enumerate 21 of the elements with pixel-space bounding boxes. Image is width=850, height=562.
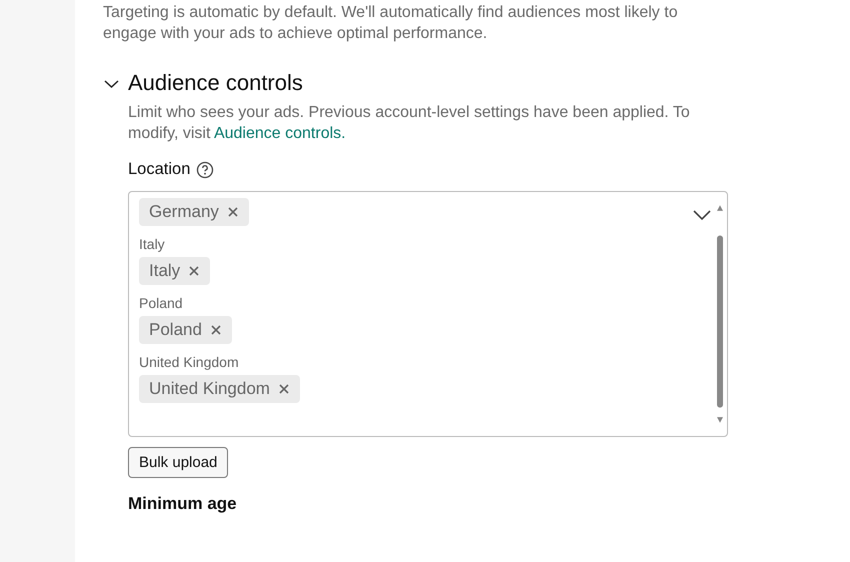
location-tag: Germany xyxy=(139,198,249,226)
group-label: Italy xyxy=(139,236,166,252)
location-tag: Poland xyxy=(139,316,232,344)
intro-text: Targeting is automatic by default. We'll automatically find audiences most likely to engage with your ads to achieve optimal performance. xyxy=(103,3,679,44)
location-tag: United Kingdom xyxy=(139,375,300,403)
location-label: Location xyxy=(128,160,190,179)
group-label: Poland xyxy=(139,295,184,311)
section-description: Limit who sees your ads. Previous account-level settings have been applied. To modify, visit Audience controls. xyxy=(128,103,691,144)
audience-controls-link[interactable]: Audience controls. xyxy=(214,125,346,142)
minimum-age-heading: Minimum age xyxy=(128,494,238,514)
location-field[interactable]: Germany Italy Italy Poland Poland United Kingdom United Kingdom xyxy=(128,191,728,437)
remove-icon[interactable] xyxy=(210,324,222,336)
remove-icon[interactable] xyxy=(278,383,290,395)
remove-icon[interactable] xyxy=(226,206,239,218)
dropdown-icon[interactable] xyxy=(692,208,712,222)
bulk-upload-button[interactable]: Bulk upload xyxy=(128,447,228,478)
section-title: Audience controls xyxy=(128,70,303,96)
help-icon[interactable] xyxy=(196,160,214,178)
location-tag: Italy xyxy=(139,257,210,285)
group-label: United Kingdom xyxy=(139,354,240,370)
remove-icon[interactable] xyxy=(188,265,200,277)
